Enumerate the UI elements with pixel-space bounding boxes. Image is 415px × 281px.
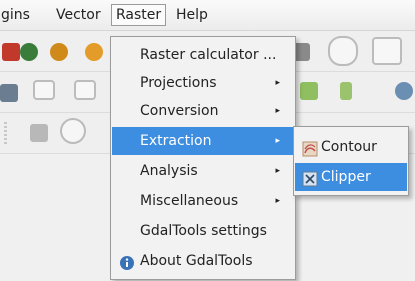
menu-item-extraction[interactable]: Extraction ▸ [112,127,294,155]
submenu-arrow-icon: ▸ [275,166,280,176]
toolbar-handle[interactable] [4,122,7,146]
contour-icon [302,139,318,157]
menu-vector[interactable]: Vector [52,5,105,25]
tool-a-icon[interactable] [0,84,18,102]
submenu-arrow-icon: ▸ [275,106,280,116]
extraction-submenu: Contour Clipper [293,126,409,196]
layer-orange-icon[interactable] [50,43,68,61]
menu-item-about-gdaltools[interactable]: About GdalTools [112,247,294,275]
submenu-arrow-icon: ▸ [275,196,280,206]
layer-green-icon[interactable] [20,43,38,61]
tool-green-icon[interactable] [300,82,318,100]
identify-icon[interactable] [60,118,86,144]
save-edits-icon[interactable] [372,37,402,65]
menu-item-label: About GdalTools [140,253,253,269]
menu-item-raster-calculator[interactable]: Raster calculator ... [112,41,294,69]
menu-item-analysis[interactable]: Analysis ▸ [112,157,294,185]
menu-item-projections[interactable]: Projections ▸ [112,69,294,97]
menu-item-conversion[interactable]: Conversion ▸ [112,97,294,125]
tool-gear-icon[interactable] [395,82,413,100]
menu-raster[interactable]: Raster [111,4,167,26]
menu-help[interactable]: Help [172,5,212,25]
clipper-icon [302,169,318,187]
submenu-arrow-icon: ▸ [275,78,280,88]
tool-b-icon[interactable] [33,80,55,100]
menu-item-label: Clipper [321,169,371,185]
tool-c-icon[interactable] [74,80,96,100]
layer-yellow-icon[interactable] [85,43,103,61]
select-icon[interactable] [30,124,48,142]
menu-plugins[interactable]: gins [0,5,34,25]
menu-item-clipper[interactable]: Clipper [295,163,407,191]
layer-add-icon[interactable] [2,43,20,61]
about-info-icon [119,253,135,270]
menu-item-label: GdalTools settings [140,223,267,239]
menu-item-label: Contour [321,139,377,155]
menu-item-gdaltools-settings[interactable]: GdalTools settings [112,217,294,245]
menu-item-miscellaneous[interactable]: Miscellaneous ▸ [112,187,294,215]
menubar: gins Vector Raster Help [0,0,415,31]
tool-bar-icon[interactable] [340,82,352,100]
menu-item-label: Miscellaneous [140,193,239,209]
submenu-arrow-icon: ▸ [275,136,280,146]
raster-menu: Raster calculator ... Projections ▸ Conv… [110,36,296,280]
menu-item-label: Projections [140,75,217,91]
menu-item-label: Extraction [140,133,212,149]
menu-item-contour[interactable]: Contour [295,133,407,161]
menu-item-label: Conversion [140,103,219,119]
edit-pencil-icon[interactable] [328,36,358,66]
menu-item-label: Analysis [140,163,198,179]
menu-item-label: Raster calculator ... [140,47,277,63]
